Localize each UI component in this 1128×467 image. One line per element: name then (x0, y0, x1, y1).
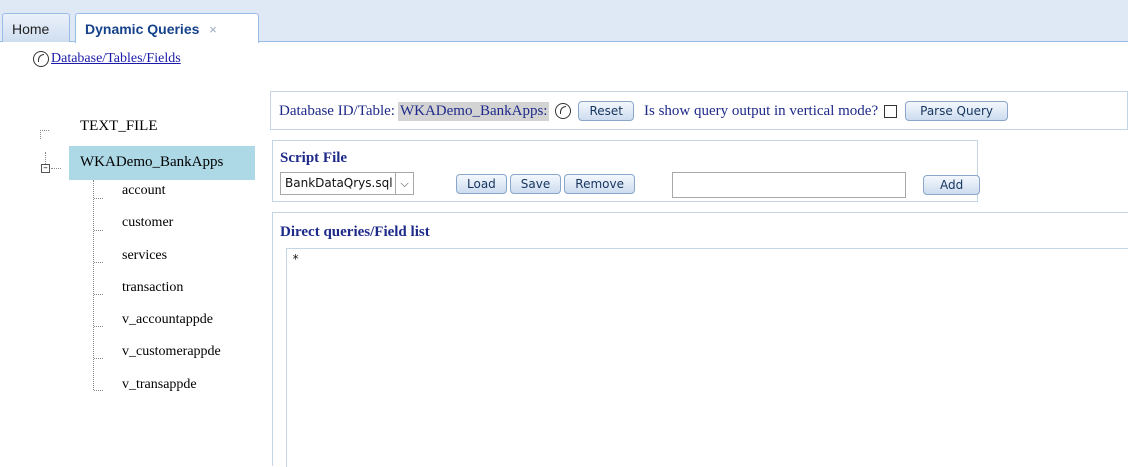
script-file-select[interactable]: BankDataQrys.sql ⌵ (280, 172, 414, 195)
tab-dynamic-queries[interactable]: Dynamic Queries × (75, 13, 259, 43)
script-file-title: Script File (280, 150, 348, 166)
query-textarea[interactable]: * (286, 248, 1128, 467)
tab-bar: Home Dynamic Queries × (0, 0, 1128, 43)
tab-home[interactable]: Home (2, 13, 70, 42)
remove-button[interactable]: Remove (564, 174, 635, 194)
tree-leaf-v-accountappde[interactable]: v_accountappde (122, 312, 213, 328)
load-button[interactable]: Load (456, 174, 507, 194)
tree-root-label[interactable]: Database/Tables/Fields (51, 51, 181, 67)
tree-leaf-v-customerappde[interactable]: v_customerappde (122, 344, 221, 360)
vertical-mode-label: Is show query output in vertical mode? (644, 102, 879, 119)
chevron-down-icon[interactable]: ⌵ (395, 173, 413, 194)
tree-node-text-file[interactable]: TEXT_FILE (80, 118, 157, 135)
tab-home-label: Home (12, 21, 50, 37)
tree-connector (94, 230, 103, 231)
direct-queries-panel: Direct queries/Field list * (272, 212, 1128, 467)
database-toolbar: Database ID/Table: WKADemo_BankApps: Res… (270, 91, 1128, 130)
tree-connector (94, 326, 103, 327)
script-file-selected: BankDataQrys.sql (285, 176, 393, 190)
tree-root[interactable]: Database/Tables/Fields (33, 51, 181, 67)
tree-leaf-v-transappde[interactable]: v_transappde (122, 377, 197, 393)
script-file-panel: Script File BankDataQrys.sql ⌵ Load Save… (272, 140, 981, 202)
tree-connector (40, 130, 41, 139)
tree-leaf-account[interactable]: account (122, 183, 166, 199)
tree-leaf-services[interactable]: services (122, 248, 167, 264)
refresh-icon[interactable] (33, 51, 49, 67)
save-button[interactable]: Save (509, 174, 562, 194)
reset-button[interactable]: Reset (578, 101, 634, 121)
tree-connector (94, 390, 103, 391)
close-icon[interactable]: × (209, 22, 217, 37)
direct-queries-title: Direct queries/Field list (280, 224, 430, 240)
tree-connector (94, 358, 103, 359)
parse-query-button[interactable]: Parse Query (905, 101, 1009, 121)
database-id-value: WKADemo_BankApps: (397, 101, 550, 121)
tree-connector (94, 262, 103, 263)
script-name-input[interactable] (672, 172, 906, 198)
add-button[interactable]: Add (923, 175, 981, 195)
tree-connector (94, 294, 103, 295)
tree-connector (94, 198, 103, 199)
tree-connector (40, 130, 49, 131)
tree-leaf-transaction[interactable]: transaction (122, 280, 183, 296)
database-id-label: Database ID/Table: (279, 102, 395, 119)
vertical-mode-checkbox[interactable] (884, 104, 898, 118)
collapse-icon[interactable]: – (41, 164, 50, 173)
tree-node-wkademo-bankapps[interactable]: WKADemo_BankApps (80, 154, 223, 171)
tab-dynamic-queries-label: Dynamic Queries (85, 21, 200, 37)
tree-leaf-customer[interactable]: customer (122, 215, 173, 231)
refresh-icon[interactable] (555, 103, 572, 119)
tree-connector (51, 168, 61, 169)
